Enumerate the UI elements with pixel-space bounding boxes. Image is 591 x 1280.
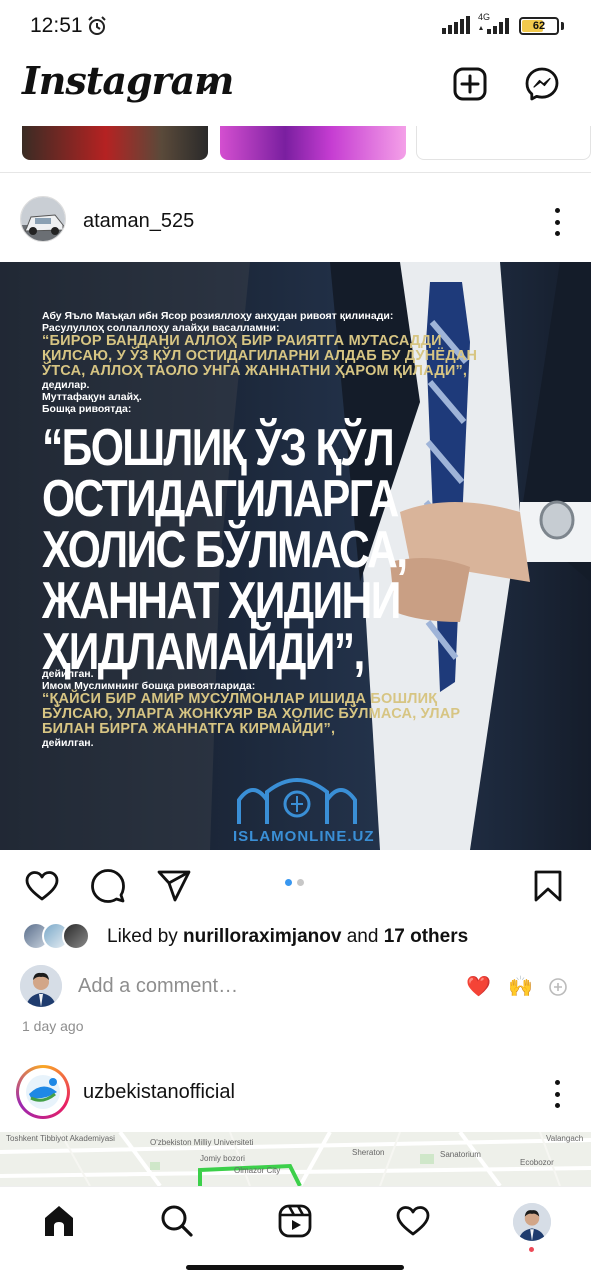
liked-by-text: Liked by nurilloraximjanov and 17 others <box>107 926 468 948</box>
liked-by-and: and <box>341 926 384 947</box>
status-bar: 12:51 4G 62 <box>0 0 591 52</box>
share-button[interactable] <box>154 868 194 908</box>
map-label: Valangach <box>546 1134 584 1143</box>
bookmark-icon <box>533 869 563 908</box>
dot <box>554 231 560 236</box>
after-line-1: дедилар. <box>42 379 90 391</box>
big-quote: “Бошлиқ ўз қўл остидагиларга холис бўлма… <box>42 419 408 681</box>
more-options-button[interactable] <box>545 1078 569 1110</box>
quote-2: “Қайси бир амир мусулмонлар ишида бошлиқ… <box>42 691 461 737</box>
liked-by-user[interactable]: nurilloraximjanov <box>183 926 341 947</box>
battery-icon: 62 <box>519 17 559 35</box>
new-post-icon <box>452 66 488 107</box>
next-post-username[interactable]: uzbekistanofficial <box>83 1081 235 1104</box>
avatar <box>20 965 62 1007</box>
post-timestamp: 1 day ago <box>22 1018 84 1034</box>
liked-by-others[interactable]: 17 others <box>384 926 468 947</box>
after-line-6: дейилган. <box>42 737 94 749</box>
liker-avatars <box>22 922 102 950</box>
map-label: Ecobozor <box>520 1158 554 1167</box>
liked-by-prefix: Liked by <box>107 926 184 947</box>
nav-search[interactable] <box>155 1201 199 1245</box>
map-label: Toshkent Tibbiyot Akademiyasi <box>6 1134 115 1143</box>
add-reaction-icon[interactable] <box>548 977 568 1002</box>
after-line-3: Бошқа ривоятда: <box>42 403 132 415</box>
notification-dot <box>529 1247 534 1252</box>
alarm-icon <box>86 15 108 42</box>
new-post-button[interactable] <box>450 66 490 106</box>
like-button[interactable] <box>22 868 62 908</box>
comment-icon <box>90 868 126 909</box>
map-label: Sheraton <box>352 1148 385 1157</box>
map-label: O'zbekiston Milliy Universiteti <box>150 1138 254 1147</box>
heart-icon <box>395 1205 431 1242</box>
heart-reaction[interactable]: ❤️ <box>466 975 491 999</box>
raising-hands-reaction[interactable]: 🙌 <box>508 975 533 999</box>
islamonline-logo: ISLAMONLINE.UZ <box>233 774 375 845</box>
send-icon <box>156 869 192 908</box>
intro-line-1: Абу Яъло Маъқал ибн Ясор розияллоҳу анҳу… <box>42 310 394 322</box>
home-icon <box>41 1203 77 1244</box>
heart-icon <box>24 870 60 907</box>
search-icon <box>159 1203 195 1244</box>
avatar <box>62 922 90 950</box>
dot <box>554 208 560 213</box>
nav-activity[interactable] <box>391 1201 435 1245</box>
more-options-button[interactable] <box>545 206 569 238</box>
map-label: Sanatorium <box>440 1150 481 1159</box>
dot <box>554 1103 560 1108</box>
app-header: Instagram <box>0 52 591 122</box>
after-line-2: Муттафақун алайҳ. <box>42 391 142 403</box>
story-ring[interactable] <box>16 1065 70 1119</box>
dot <box>554 219 560 225</box>
dot <box>554 1080 560 1085</box>
carousel-dot <box>297 879 304 886</box>
battery-tip <box>561 22 564 30</box>
carousel-indicator <box>285 879 304 886</box>
save-button[interactable] <box>528 868 568 908</box>
divider <box>0 172 591 173</box>
post-username[interactable]: ataman_525 <box>83 210 194 233</box>
comment-button[interactable] <box>88 868 128 908</box>
status-time: 12:51 <box>30 14 83 37</box>
map-label: Jomiy bozori <box>200 1154 245 1163</box>
map-label: Olmazor City <box>234 1166 281 1175</box>
post-text-overlay: Абу Яъло Маъқал ибн Ясор розияллоҳу анҳу… <box>42 310 512 749</box>
dot <box>554 1091 560 1097</box>
bottom-navigation <box>0 1186 591 1280</box>
nav-profile[interactable] <box>513 1203 551 1241</box>
carousel-dot <box>285 879 292 886</box>
suggestion-card[interactable] <box>416 126 591 160</box>
suggestion-card[interactable] <box>22 126 208 160</box>
next-post-map[interactable]: Toshkent Tibbiyot Akademiyasi O'zbekisto… <box>0 1132 591 1186</box>
messenger-icon <box>524 66 560 107</box>
post-image[interactable]: Абу Яъло Маъқал ибн Ясор розияллоҳу анҳу… <box>0 262 591 850</box>
messenger-button[interactable] <box>522 66 562 106</box>
watermark-text: ISLAMONLINE.UZ <box>233 828 375 845</box>
post-actions <box>0 862 591 910</box>
suggestions-strip <box>0 126 591 162</box>
nav-home[interactable] <box>37 1201 81 1245</box>
avatar <box>19 1068 67 1116</box>
likes-summary[interactable]: Liked by nurilloraximjanov and 17 others <box>22 922 582 952</box>
chevron-down-icon[interactable] <box>196 80 214 98</box>
battery-percent: 62 <box>532 20 546 32</box>
suggestion-card[interactable] <box>220 126 406 160</box>
comment-input[interactable] <box>78 975 378 998</box>
avatar[interactable] <box>20 196 66 242</box>
reels-icon <box>277 1203 313 1244</box>
next-post-header: uzbekistanofficial <box>0 1060 591 1126</box>
nav-reels[interactable] <box>273 1201 317 1245</box>
home-indicator[interactable] <box>186 1265 404 1270</box>
post-header: ataman_525 <box>0 186 591 256</box>
add-comment-row: ❤️ 🙌 <box>20 965 580 1011</box>
signal-icon <box>442 16 470 39</box>
quote-1: “Бирор бандани Аллоҳ бир раиятга мутасад… <box>42 333 478 379</box>
